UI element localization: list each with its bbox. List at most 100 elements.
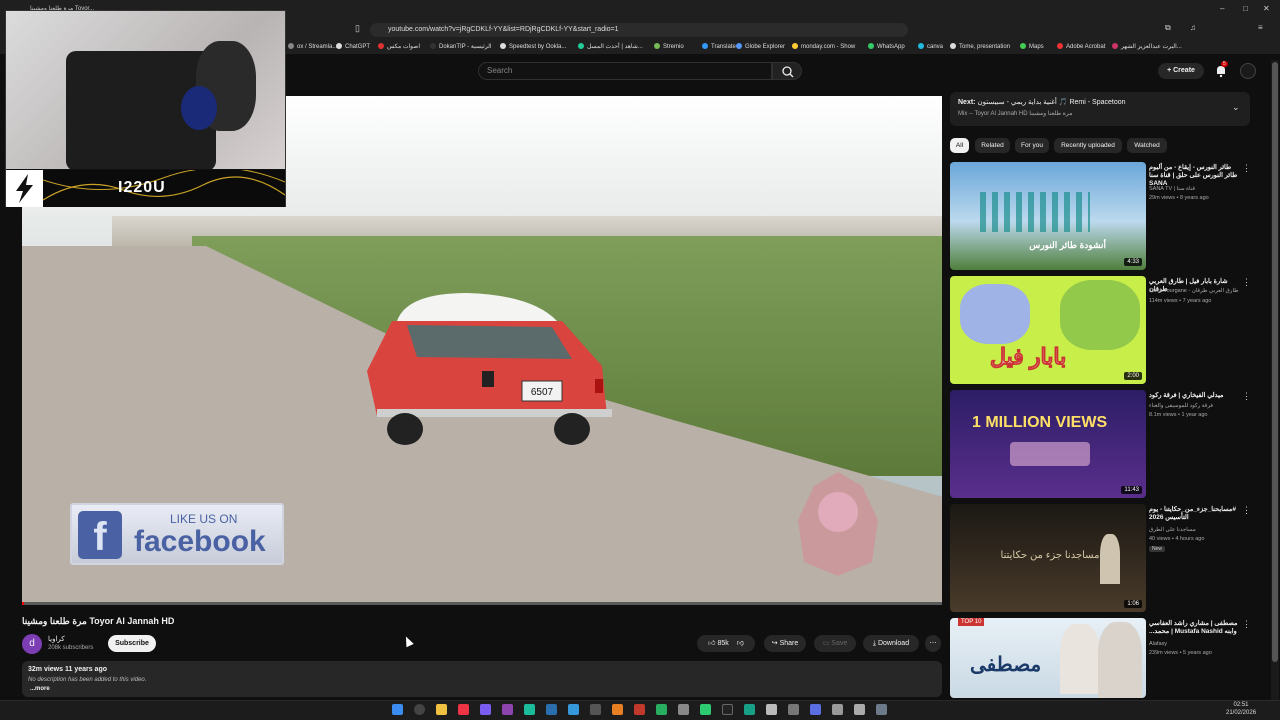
bookmark-item[interactable]: شاهد | أحدث المسل... [578,43,643,50]
notifications-button[interactable]: 5 [1214,61,1228,78]
bookmark-item[interactable]: Speedtest by Ookla... [500,43,566,50]
facebook-overlay-ad[interactable]: f LIKE US ON facebook [70,503,284,565]
subscribe-button[interactable]: Subscribe [108,635,156,652]
app-icon[interactable] [788,704,799,715]
app-icon[interactable] [502,704,513,715]
more-vertical-icon[interactable]: ⋮ [1242,505,1251,516]
start-icon[interactable] [392,704,403,715]
bookmark-item[interactable]: WhatsApp [868,43,905,50]
bookmark-favicon-icon [1020,43,1026,49]
app-icon[interactable] [810,704,821,715]
app-icon[interactable] [612,704,623,715]
recommended-channel[interactable]: فرقة ركود للموسيقى والغناء [1149,403,1249,409]
app-icon[interactable] [568,704,579,715]
taskbar-search-icon[interactable] [414,704,425,715]
description-box[interactable] [22,661,942,697]
media-icon[interactable]: ♫ [1190,23,1196,32]
scrollbar-thumb[interactable] [1272,62,1278,662]
save-button[interactable]: ▭ Save [814,635,856,652]
account-avatar[interactable] [1240,63,1256,79]
recommended-thumbnail[interactable]: أنشودة طائر النورس 4:33 [950,162,1146,270]
system-clock[interactable]: 02:51 21/02/2026 [1226,701,1256,717]
app-icon[interactable] [700,704,711,715]
bookmark-item[interactable]: Globe Explorer [736,43,785,50]
more-vertical-icon[interactable]: ⋮ [1242,391,1251,402]
bookmark-item[interactable]: Stremio [654,43,684,50]
app-icon[interactable] [832,704,843,715]
recommended-channel[interactable]: SANA TV | قناة سنا [1149,186,1249,192]
app-icon[interactable] [722,704,733,715]
recommended-thumbnail[interactable]: مساجدنا جزء من حكايتنا 1:06 [950,504,1146,612]
menu-icon[interactable]: ≡ [1258,23,1263,32]
xbox-icon[interactable] [656,704,667,715]
chip-watched[interactable]: Watched [1127,138,1167,153]
bookmark-label: monday.com - Show [801,44,856,50]
bookmark-item[interactable]: البرت عبدالعزيز الشهر... [1112,43,1182,50]
recommended-channel[interactable]: Alafasy [1149,641,1249,647]
url-input[interactable]: youtube.com/watch?v=jRgCDKLf-YY&list=RDj… [370,23,908,37]
settings-icon[interactable] [854,704,865,715]
bookmark-item[interactable]: monday.com - Show [792,43,855,50]
thumb-figure [1098,622,1142,698]
more-vertical-icon[interactable]: ⋮ [1242,163,1251,174]
recommended-title[interactable]: مصطفى | مشاري راشد العفاسي وابنه Mustafa… [1149,620,1243,636]
recommended-title[interactable]: طائر النورس - إيقاع - من ألبوم طائر النو… [1149,164,1243,188]
app-icon[interactable] [634,704,645,715]
recommended-channel[interactable]: مساجدنا على الطرق [1149,527,1249,533]
recommended-title[interactable]: #مسابحنا_جزء_من_حكايتنا - يوم التأسيس 20… [1149,506,1243,522]
video-progress-track[interactable] [22,602,942,605]
bookmark-favicon-icon [288,43,294,49]
chip-all[interactable]: All [950,138,969,153]
maximize-icon[interactable]: □ [1243,4,1248,13]
bookmark-item[interactable]: DokanTIP - الرئيسية [430,43,492,50]
download-button[interactable]: ⤓ Download [863,635,919,652]
app-icon[interactable] [876,704,887,715]
bookmark-item[interactable]: Tome, presentation [950,43,1010,50]
app-icon[interactable] [678,704,689,715]
app-icon[interactable] [744,704,755,715]
thumb-elephant-right [1060,280,1140,350]
recommended-channel[interactable]: Tarek Tourgane - طارق العربي طرقان [1149,288,1249,294]
bookmark-item[interactable]: Adobe Acrobat [1057,43,1105,50]
minimize-icon[interactable]: – [1220,4,1224,13]
show-more-link[interactable]: ...more [30,686,50,692]
bookmark-item[interactable]: Maps [1020,43,1044,50]
bookmark-item[interactable]: ox / Streamla... [288,43,337,50]
chip-related[interactable]: Related [975,138,1010,153]
bookmark-item[interactable]: Translate [702,43,736,50]
more-vertical-icon[interactable]: ⋮ [1242,277,1251,288]
recommended-title[interactable]: ميدلي الفيخاري | فرقة ركود [1149,392,1243,400]
bookmark-label: ChatGPT [345,44,371,50]
create-button[interactable]: + Create [1158,63,1204,79]
search-button[interactable] [772,62,802,80]
chip-for-you[interactable]: For you [1015,138,1049,153]
app-icon[interactable] [524,704,535,715]
steam-icon[interactable] [546,704,557,715]
bookmark-item[interactable]: اصوات مكس [378,43,420,50]
close-window-icon[interactable]: ✕ [1263,4,1270,13]
video-duration: 11:43 [1121,486,1142,494]
search-input[interactable]: Search [478,62,772,80]
brave-browser-icon[interactable] [458,704,469,715]
channel-avatar[interactable]: d [22,634,42,654]
app-icon[interactable] [590,704,601,715]
like-button[interactable]: 👍︎ 85k [708,640,729,647]
share-button[interactable]: ↪ Share [764,635,806,652]
channel-name[interactable]: كراويا [48,635,65,643]
dislike-button[interactable]: 👎︎ [737,640,744,647]
bookmark-favicon-icon [654,43,660,49]
app-icon[interactable] [480,704,491,715]
bookmark-item[interactable]: canva [918,43,943,50]
recommended-thumbnail[interactable]: TOP 10 مصطفى [950,618,1146,698]
chip-recently-uploaded[interactable]: Recently uploaded [1054,138,1122,153]
more-vertical-icon[interactable]: ⋮ [1242,619,1251,630]
file-explorer-icon[interactable] [436,704,447,715]
recommended-thumbnail[interactable]: بابار فيل 2:00 [950,276,1146,384]
extensions-icon[interactable]: ⧉ [1165,23,1171,33]
more-actions-button[interactable]: ⋯ [925,635,941,652]
bookmark-icon[interactable]: ▯ [355,23,360,34]
recommended-thumbnail[interactable]: 1 MILLION VIEWS 11:43 [950,390,1146,498]
chevron-down-icon[interactable]: ⌄ [1232,102,1240,113]
app-icon[interactable] [766,704,777,715]
bookmark-item[interactable]: ChatGPT [336,43,370,50]
